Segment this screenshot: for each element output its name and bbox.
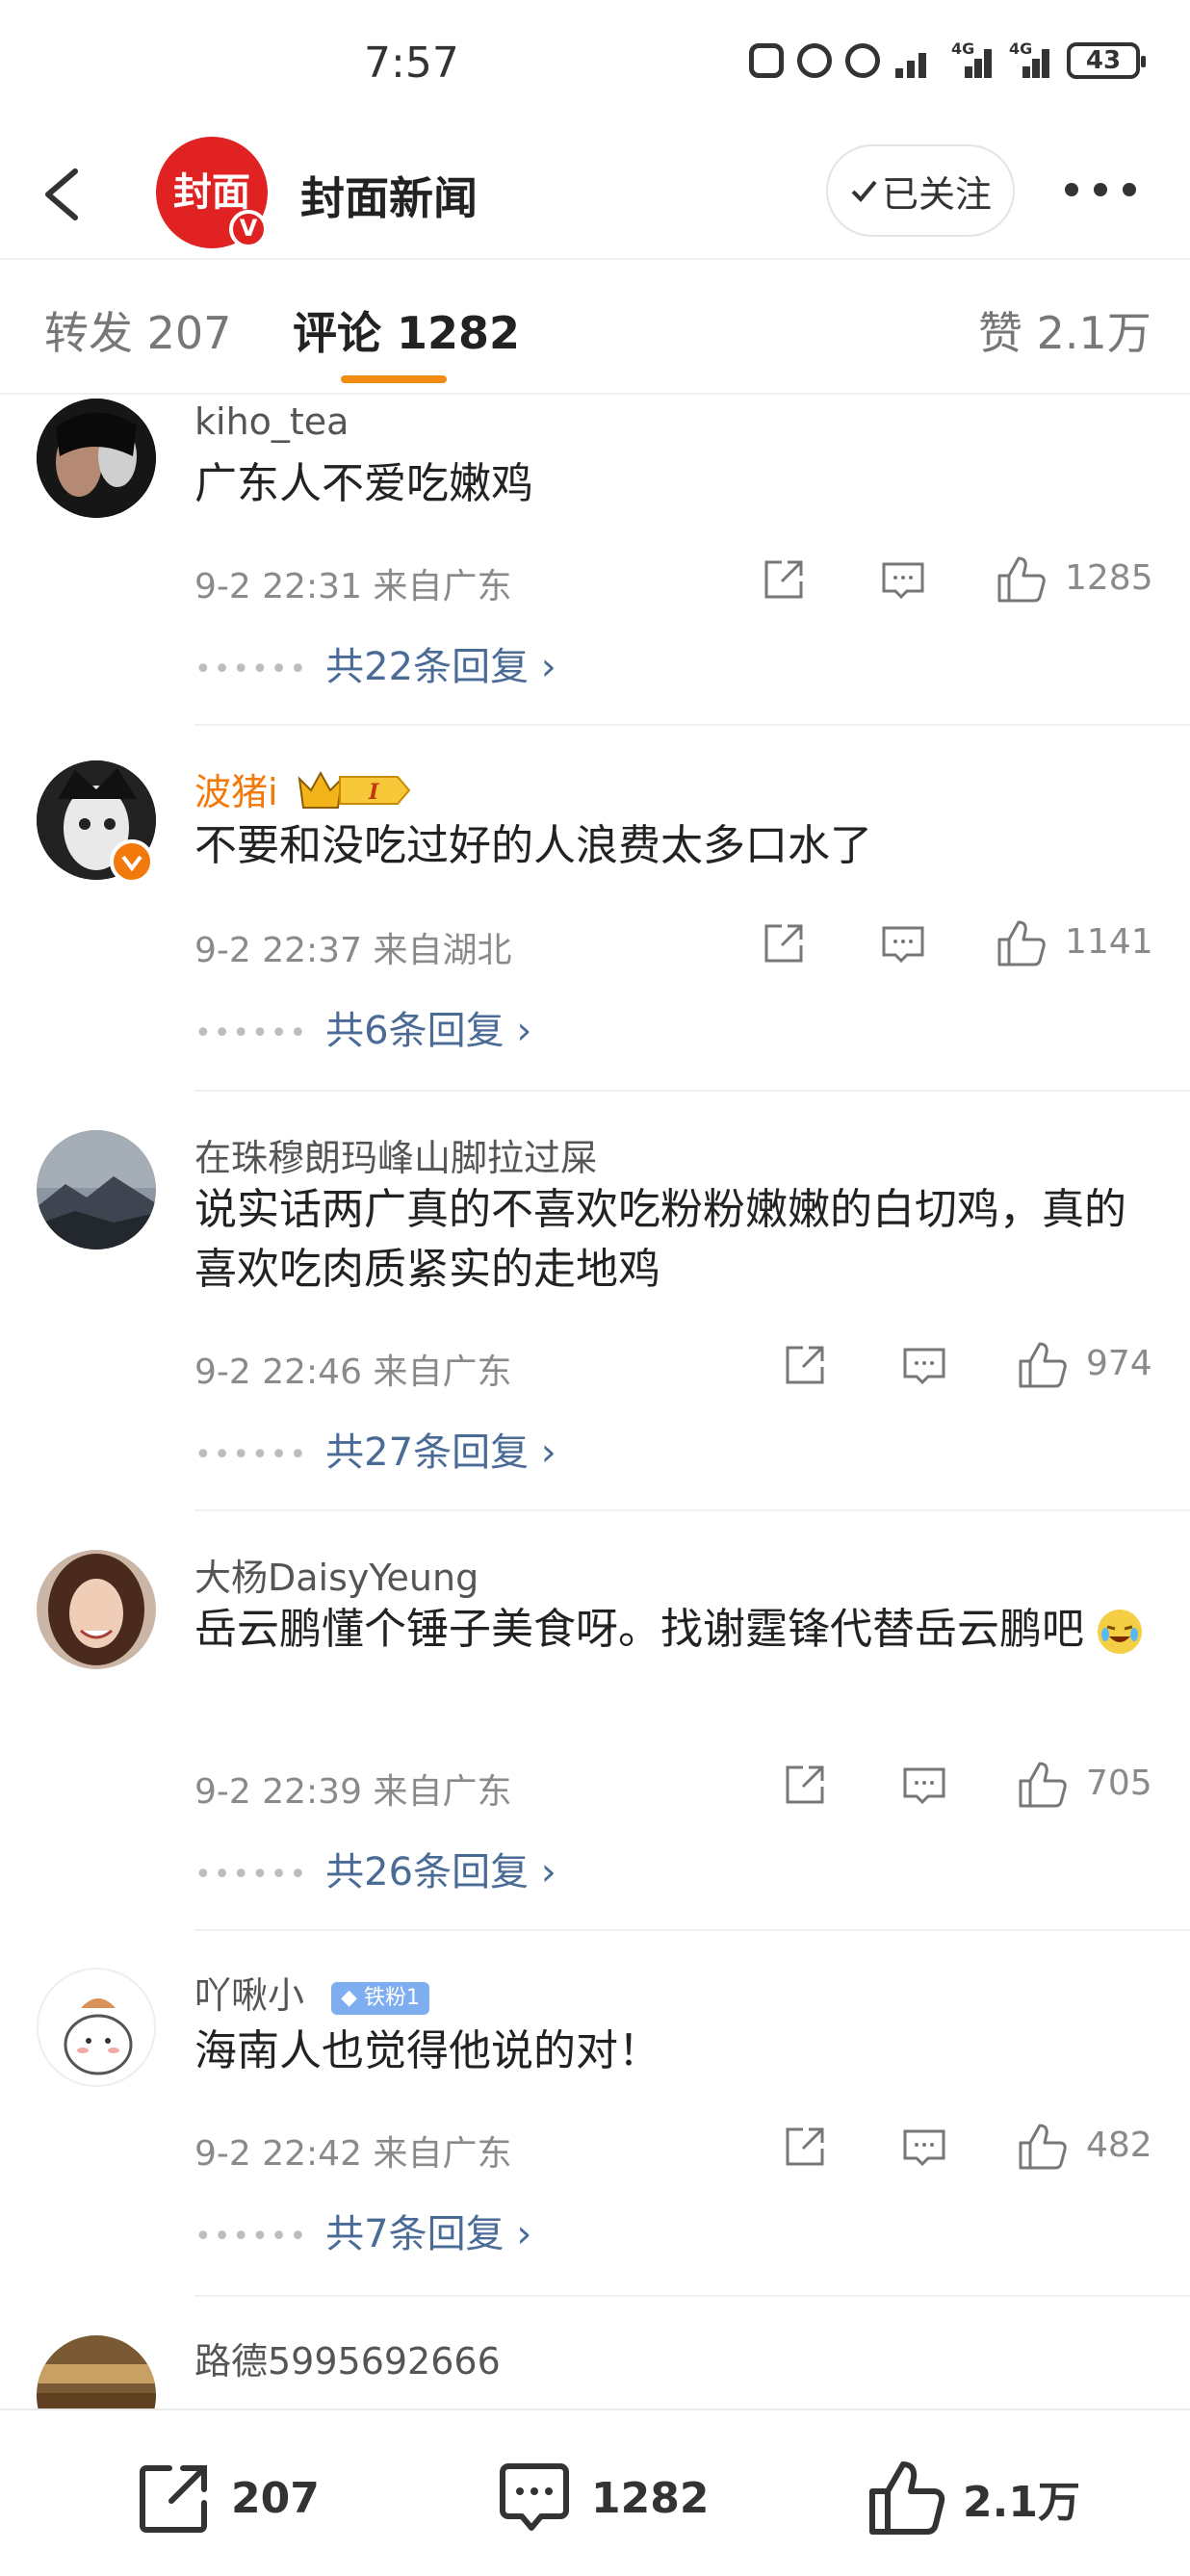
user-avatar[interactable] — [37, 1550, 156, 1669]
share-icon[interactable] — [782, 2124, 828, 2170]
like-icon[interactable] — [1017, 1340, 1067, 1390]
verified-badge: V — [229, 210, 268, 248]
comment-button[interactable]: 1282 — [495, 2459, 709, 2537]
comment-icon[interactable] — [880, 920, 926, 966]
hotspot-icon — [845, 43, 880, 78]
share-icon[interactable] — [761, 556, 807, 603]
reply-link[interactable]: •••••• 共26条回复 › — [194, 1841, 556, 1896]
like-count: 1285 — [1065, 558, 1153, 598]
reply-link[interactable]: •••••• 共27条回复 › — [194, 1421, 556, 1477]
comment-text: 海南人也觉得他说的对！ — [194, 2026, 660, 2075]
user-avatar[interactable] — [37, 399, 156, 518]
crown-badge-icon: I — [298, 769, 411, 820]
like-count: 1141 — [1065, 922, 1153, 962]
comment-meta: 9-2 22:46 来自广东 — [194, 1352, 512, 1392]
like-icon[interactable] — [1017, 1760, 1067, 1810]
like-count: 705 — [1086, 1764, 1152, 1803]
reply-link[interactable]: •••••• 共22条回复 › — [194, 635, 556, 691]
comment-meta: 9-2 22:42 来自广东 — [194, 2134, 512, 2174]
tab-repost[interactable]: 转发 207 — [44, 298, 231, 362]
status-bar: 7:57 4G 4G 43 — [0, 0, 1190, 125]
comment-meta: 9-2 22:37 来自湖北 — [194, 931, 512, 970]
reply-link[interactable]: •••••• 共7条回复 › — [194, 2202, 531, 2258]
divider — [194, 1509, 1190, 1511]
back-icon[interactable] — [40, 167, 83, 221]
more-icon[interactable] — [1065, 183, 1136, 202]
like-icon[interactable] — [996, 918, 1046, 968]
comment-icon[interactable] — [880, 556, 926, 603]
divider — [194, 724, 1190, 726]
divider — [0, 393, 1190, 395]
comment-icon — [500, 2463, 569, 2531]
comment-icon[interactable] — [901, 1762, 947, 1808]
account-name[interactable]: 封面新闻 — [300, 164, 478, 227]
user-avatar[interactable] — [37, 1968, 156, 2087]
comment-username[interactable]: 吖啾小 ◆ 铁粉1 — [194, 1966, 430, 2019]
share-icon[interactable] — [761, 920, 807, 966]
like-icon — [869, 2461, 945, 2535]
share-icon — [140, 2465, 207, 2533]
divider — [194, 1929, 1190, 1931]
repost-button[interactable]: 207 — [135, 2459, 320, 2537]
share-icon[interactable] — [782, 1762, 828, 1808]
signal-icon: 4G — [1009, 39, 1053, 78]
comment-text: 不要和没吃过好的人浪费太多口水了 — [194, 821, 872, 870]
status-icons: 4G 4G 43 — [749, 39, 1146, 79]
alarm-icon — [797, 43, 832, 78]
comment-username[interactable]: 大杨DaisyYeung — [194, 1548, 479, 1601]
svg-text:I: I — [368, 780, 379, 805]
comment-icon[interactable] — [901, 1342, 947, 1388]
comment-username[interactable]: 路德5995692666 — [194, 2331, 501, 2384]
like-count: 974 — [1086, 1344, 1152, 1383]
comment-username[interactable]: kiho_tea — [194, 400, 349, 443]
fan-badge: ◆ 铁粉1 — [331, 1981, 430, 2015]
nfc-icon — [749, 43, 784, 78]
battery-indicator: 43 — [1067, 42, 1146, 79]
tab-active-indicator — [341, 375, 447, 383]
comment-username[interactable]: 波猪i I — [194, 762, 411, 820]
laughing-emoji-icon — [1098, 1610, 1142, 1654]
tab-likes[interactable]: 赞 2.1万 — [978, 298, 1151, 362]
user-avatar[interactable] — [37, 1130, 156, 1249]
post-header: 封面 V 封面新闻 已关注 — [0, 125, 1190, 260]
comment-meta: 9-2 22:39 来自广东 — [194, 1772, 512, 1812]
status-time: 7:57 — [364, 39, 459, 88]
divider — [194, 2295, 1190, 2297]
reply-link[interactable]: •••••• 共6条回复 › — [194, 999, 531, 1055]
tab-bar: 转发 207 评论 1282 赞 2.1万 — [0, 260, 1190, 395]
verified-user-icon — [110, 839, 154, 884]
comment-text: 岳云鹏懂个锤子美食呀。找谢霆锋代替岳云鹏吧 — [194, 1600, 1157, 1660]
comment-username[interactable]: 在珠穆朗玛峰山脚拉过屎 — [194, 1128, 597, 1181]
comment-icon[interactable] — [901, 2124, 947, 2170]
comment-text: 说实话两广真的不喜欢吃粉粉嫩嫩的白切鸡，真的喜欢吃肉质紧实的走地鸡 — [194, 1185, 1126, 1294]
like-button[interactable]: 2.1万 — [867, 2459, 1080, 2537]
check-icon — [851, 180, 877, 202]
wifi-icon — [893, 43, 938, 78]
follow-label: 已关注 — [881, 172, 992, 216]
comment-text: 广东人不爱吃嫩鸡 — [194, 459, 533, 508]
like-count: 482 — [1086, 2125, 1152, 2165]
like-icon[interactable] — [996, 554, 1046, 605]
divider — [194, 1090, 1190, 1092]
share-icon[interactable] — [782, 1342, 828, 1388]
like-icon[interactable] — [1017, 2122, 1067, 2172]
bottom-action-bar: 207 1282 2.1万 — [0, 2409, 1190, 2576]
follow-button[interactable]: 已关注 — [826, 144, 1015, 237]
signal-icon: 4G — [951, 39, 996, 78]
tab-comments[interactable]: 评论 1282 — [293, 298, 520, 362]
comment-meta: 9-2 22:31 来自广东 — [194, 567, 512, 606]
